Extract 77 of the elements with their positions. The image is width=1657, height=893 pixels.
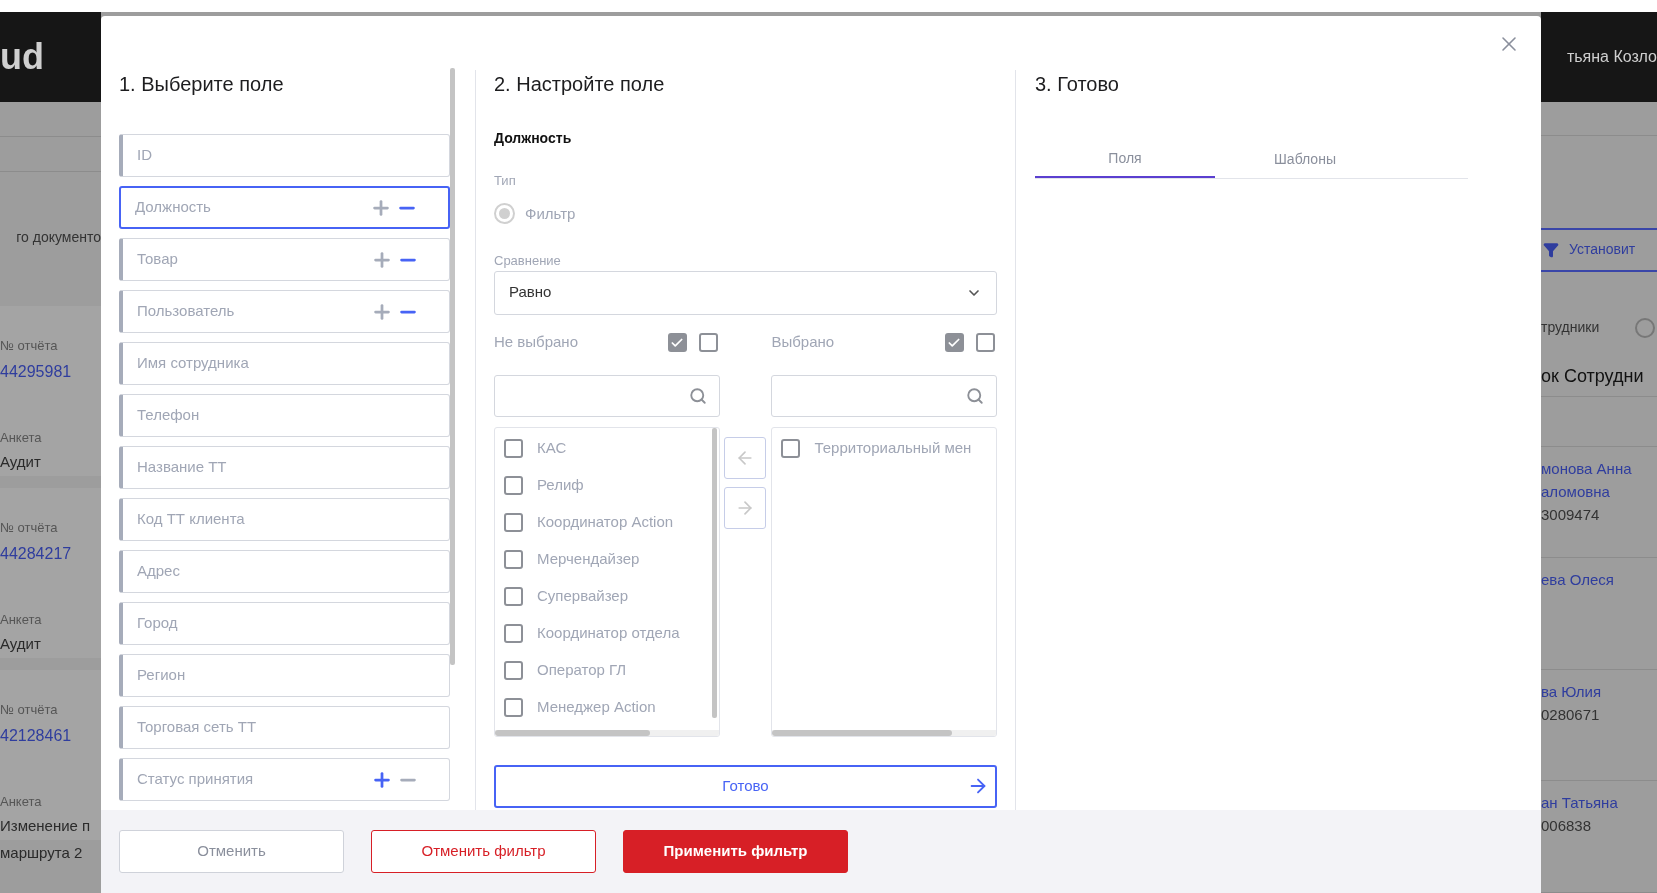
form-name: Аудит xyxy=(0,452,42,472)
form-name: Аудит xyxy=(0,634,42,654)
checkbox[interactable] xyxy=(504,549,523,569)
employee-name[interactable]: ва Юлия xyxy=(1541,680,1657,703)
report-number[interactable]: 44284217 xyxy=(0,541,101,566)
field-label: № отчёта xyxy=(0,519,59,537)
scrollbar[interactable] xyxy=(772,729,953,736)
option-item[interactable]: КАС xyxy=(495,429,712,467)
done-button[interactable]: Готово xyxy=(494,764,997,808)
column-label: го документо xyxy=(16,227,101,247)
search-field[interactable] xyxy=(494,374,720,417)
scrollbar[interactable] xyxy=(711,427,717,718)
option-item[interactable]: Мерчендайзер xyxy=(495,540,712,578)
option-item[interactable]: Координатор отдела xyxy=(495,614,712,652)
step-title: 1. Выберите поле xyxy=(119,72,285,97)
employee-id: 3009474 xyxy=(1541,505,1601,525)
search-field[interactable] xyxy=(771,374,997,417)
scrollbar[interactable] xyxy=(495,729,650,736)
field-item[interactable]: Статус принятия xyxy=(119,758,451,801)
step-title: 3. Готово xyxy=(1035,72,1120,97)
field-label: Анкета xyxy=(0,610,43,629)
scrollbar[interactable] xyxy=(450,68,455,665)
employee-name[interactable]: монова Анна xyxy=(1541,457,1657,480)
option-item[interactable]: Оператор ГЛ xyxy=(495,651,712,689)
field-label: Анкета xyxy=(0,428,43,447)
checkbox[interactable] xyxy=(667,333,687,352)
checkbox[interactable] xyxy=(504,623,523,643)
logo: ud xyxy=(0,39,44,75)
tab[interactable]: Шаблоны xyxy=(1215,140,1395,178)
form-name: маршрута 2 xyxy=(0,842,84,863)
radio-icon[interactable] xyxy=(1635,317,1655,338)
report-number[interactable]: 42128461 xyxy=(0,723,101,748)
field-item[interactable]: Регион xyxy=(119,654,451,697)
checkbox[interactable] xyxy=(504,660,523,680)
checkbox[interactable] xyxy=(945,333,964,352)
checkbox[interactable] xyxy=(504,475,523,495)
tab[interactable]: Поля xyxy=(1035,140,1215,178)
comparison-select[interactable]: Равно xyxy=(494,270,997,315)
field-label: № отчёта xyxy=(0,701,59,719)
employee-id: 0280671 xyxy=(1541,705,1601,725)
employee-name[interactable]: ан Татьяна xyxy=(1541,791,1657,815)
form-name: Изменение п xyxy=(0,816,92,836)
checkbox[interactable] xyxy=(504,438,523,458)
option-item[interactable]: Координатор Action xyxy=(495,503,712,541)
list-title: ок Сотрудни xyxy=(1541,365,1644,389)
list-title: Не выбрано xyxy=(494,332,579,353)
field-label: Анкета xyxy=(0,792,43,811)
type-radio[interactable]: Фильтр xyxy=(494,202,576,225)
option-item[interactable]: Менеджер Action xyxy=(495,688,712,726)
step-title: 2. Настройте поле xyxy=(494,72,666,97)
footer-button[interactable]: Отменить фильтр xyxy=(371,830,596,873)
checkbox[interactable] xyxy=(976,333,995,352)
employee-id: 006838 xyxy=(1541,816,1593,837)
field-name: Должность xyxy=(494,129,573,148)
filter-icon xyxy=(1543,241,1559,258)
option-label: трудники xyxy=(1541,318,1600,338)
list-title: Выбрано xyxy=(771,332,836,353)
checkbox[interactable] xyxy=(504,512,523,532)
report-number[interactable]: 44295981 xyxy=(0,359,101,384)
field-item[interactable]: Должность xyxy=(119,186,451,229)
search-icon xyxy=(688,386,707,405)
field-label: № отчёта xyxy=(0,337,59,355)
footer-button[interactable]: Применить фильтр xyxy=(623,830,848,873)
checkbox[interactable] xyxy=(781,438,801,458)
footer-button[interactable]: Отменить xyxy=(119,830,344,873)
option-item[interactable]: Территориальный мен xyxy=(772,429,996,467)
comparison-label: Сравнение xyxy=(494,252,562,270)
field-item[interactable]: Торговая сеть ТТ xyxy=(119,706,451,749)
checkbox[interactable] xyxy=(698,333,718,352)
option-item[interactable]: Релиф xyxy=(495,466,712,504)
checkbox[interactable] xyxy=(504,586,523,606)
employee-name[interactable]: ева Олеся xyxy=(1541,568,1657,592)
type-label: Тип xyxy=(494,172,517,190)
checkbox[interactable] xyxy=(504,697,523,717)
employee-name[interactable]: аломовна xyxy=(1541,480,1657,503)
search-icon xyxy=(966,386,984,405)
option-item[interactable]: Супервайзер xyxy=(495,577,712,615)
